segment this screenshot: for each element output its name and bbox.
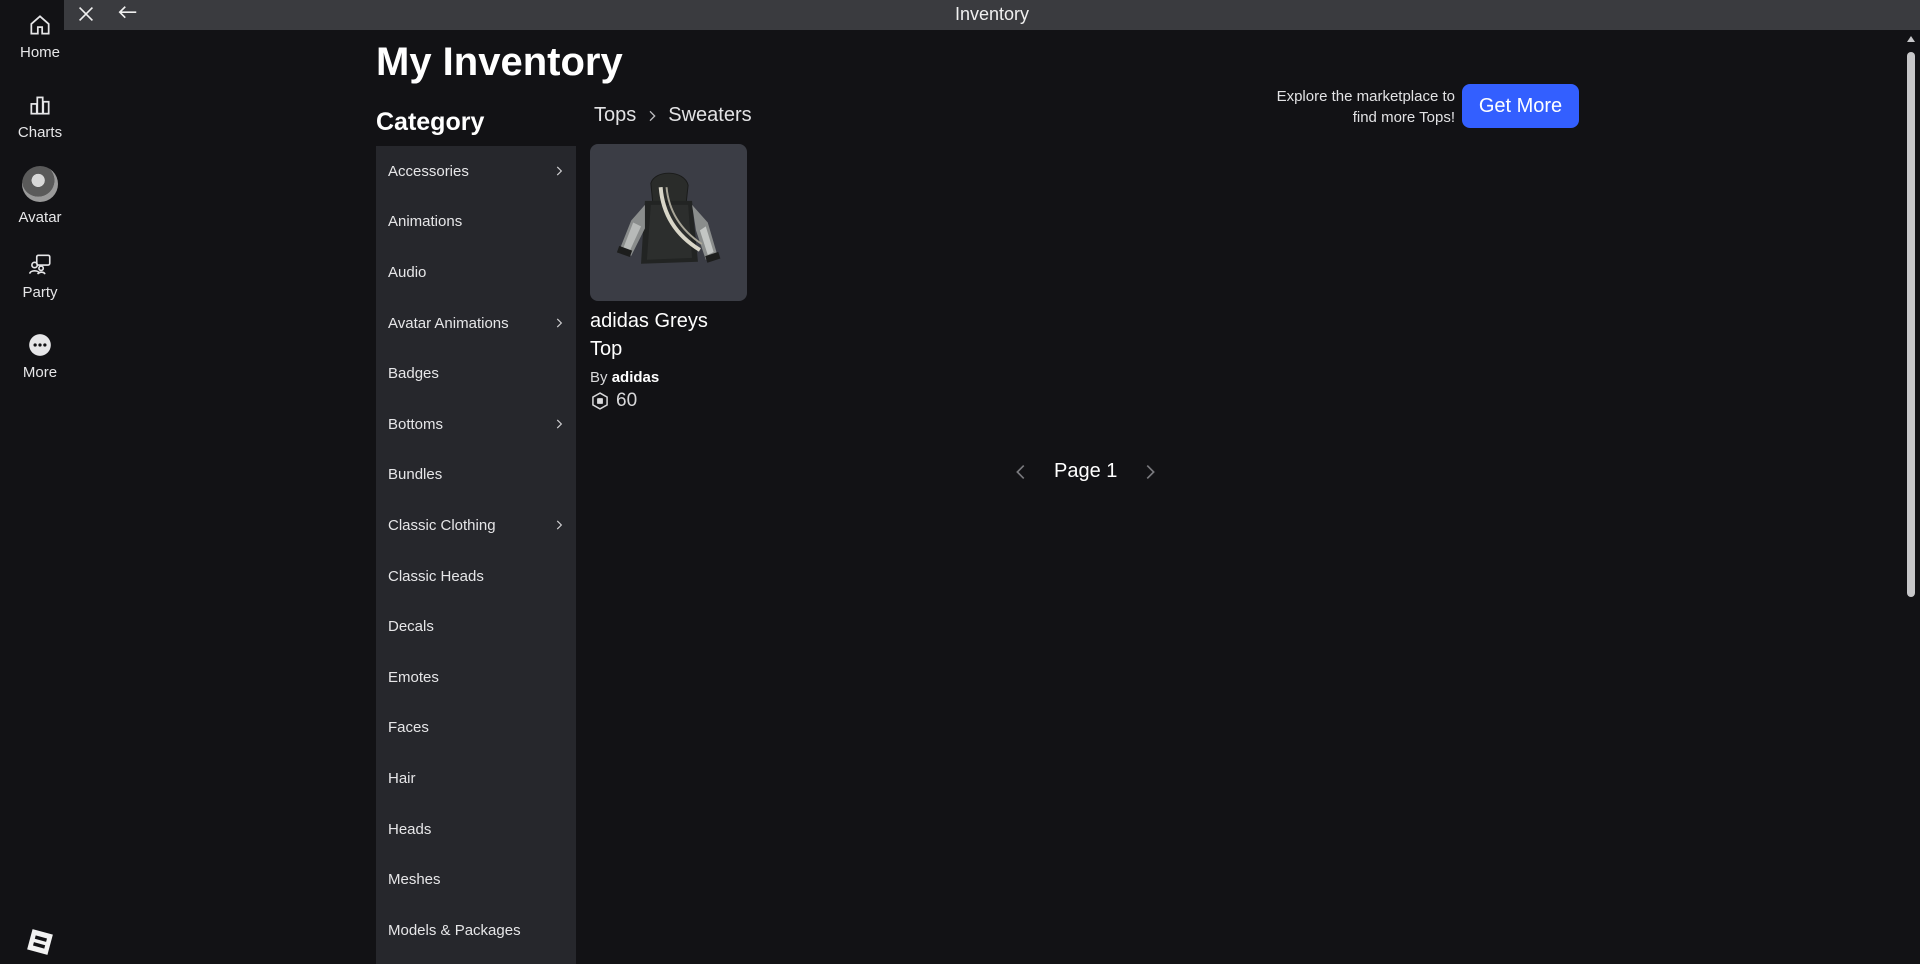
category-item[interactable]: Classic Clothing: [376, 500, 576, 551]
nav-party[interactable]: Party: [0, 252, 80, 301]
category-item[interactable]: Meshes: [376, 854, 576, 905]
avatar-icon: [22, 166, 58, 202]
breadcrumb-tops[interactable]: Tops: [594, 104, 636, 127]
category-item[interactable]: Hair: [376, 753, 576, 804]
category-item[interactable]: Classic Heads: [376, 551, 576, 602]
nav-party-label: Party: [22, 284, 58, 301]
category-item-label: Emotes: [388, 668, 439, 686]
category-item[interactable]: Faces: [376, 703, 576, 754]
category-title: Category: [376, 108, 485, 136]
item-card[interactable]: adidas Greys Top By adidas 60: [590, 144, 748, 412]
nav-avatar-label: Avatar: [18, 209, 62, 226]
pager: Page 1: [1010, 460, 1161, 483]
chevron-right-icon: [649, 110, 656, 121]
sweater-image: [616, 172, 721, 264]
nav-charts[interactable]: Charts: [0, 92, 80, 141]
category-item-label: Classic Clothing: [388, 516, 496, 534]
category-item-label: Heads: [388, 820, 432, 838]
promo-line-2: find more Tops!: [1352, 109, 1455, 126]
category-item-label: Badges: [388, 365, 439, 383]
item-price: 60: [590, 390, 748, 412]
chevron-right-icon: [556, 520, 563, 530]
title-bar: Inventory: [64, 0, 1920, 30]
item-price-value: 60: [616, 390, 638, 411]
promo-line-1: Explore the marketplace to: [1276, 88, 1455, 105]
nav-more[interactable]: More: [0, 332, 80, 381]
item-creator-by: By: [590, 369, 608, 386]
category-item-label: Classic Heads: [388, 567, 484, 585]
category-item-label: Models & Packages: [388, 921, 521, 939]
nav-more-label: More: [22, 364, 58, 381]
item-creator-link[interactable]: adidas: [612, 369, 660, 386]
get-more-button[interactable]: Get More: [1462, 84, 1579, 128]
charts-icon: [30, 96, 50, 115]
category-item[interactable]: Badges: [376, 348, 576, 399]
home-icon: [30, 15, 50, 35]
chevron-right-icon: [556, 419, 563, 429]
scroll-up-icon[interactable]: [1906, 34, 1916, 44]
promo-text: Explore the marketplace to find more Top…: [1230, 86, 1455, 128]
scroll-thumb[interactable]: [1907, 52, 1915, 597]
category-item-label: Bottoms: [388, 415, 444, 433]
nav-home-label: Home: [19, 44, 60, 61]
roblox-logo-icon: [27, 929, 53, 955]
party-icon: [28, 254, 51, 275]
category-item[interactable]: Heads: [376, 804, 576, 855]
category-item[interactable]: Avatar Animations: [376, 298, 576, 349]
item-name[interactable]: adidas Greys Top: [590, 307, 740, 363]
item-creator: By adidas: [590, 369, 748, 386]
category-item-label: Bundles: [388, 466, 443, 484]
page-label: Page 1: [1054, 460, 1118, 482]
category-item[interactable]: Animations: [376, 197, 576, 248]
category-item[interactable]: Accessories: [376, 146, 576, 197]
category-item[interactable]: Models & Packages: [376, 905, 576, 956]
breadcrumb-sweaters: Sweaters: [668, 104, 752, 126]
scrollbar[interactable]: [1902, 30, 1920, 964]
chevron-left-icon[interactable]: [1010, 461, 1032, 483]
category-item-label: Hair: [388, 769, 416, 787]
nav-rail: Home Charts Avatar Party More: [0, 0, 64, 964]
category-item-label: Avatar Animations: [388, 314, 509, 332]
more-icon: [29, 334, 51, 356]
category-item[interactable]: Audio: [376, 247, 576, 298]
category-item[interactable]: Bundles: [376, 450, 576, 501]
category-item-label: Accessories: [388, 162, 469, 180]
breadcrumb: Tops Sweaters: [594, 104, 752, 127]
nav-avatar[interactable]: Avatar: [0, 166, 80, 226]
category-list: Accessories Animations Audio Avatar Animati…: [376, 146, 576, 964]
window-title: Inventory: [954, 4, 1030, 24]
category-item[interactable]: Emotes: [376, 652, 576, 703]
chevron-right-icon: [556, 166, 563, 176]
robux-icon: [592, 392, 608, 410]
page-title: My Inventory: [376, 40, 623, 84]
category-item-label: Audio: [388, 263, 427, 281]
chevron-right-icon[interactable]: [1139, 461, 1161, 483]
category-item-label: Meshes: [388, 871, 441, 889]
category-item-label: Decals: [388, 618, 434, 636]
category-item-label: Animations: [388, 213, 463, 231]
item-thumbnail[interactable]: [590, 144, 747, 301]
category-item[interactable]: Bottoms: [376, 399, 576, 450]
chevron-right-icon: [556, 318, 563, 328]
category-item-label: Faces: [388, 719, 429, 737]
nav-charts-label: Charts: [17, 124, 63, 141]
category-item[interactable]: Decals: [376, 601, 576, 652]
